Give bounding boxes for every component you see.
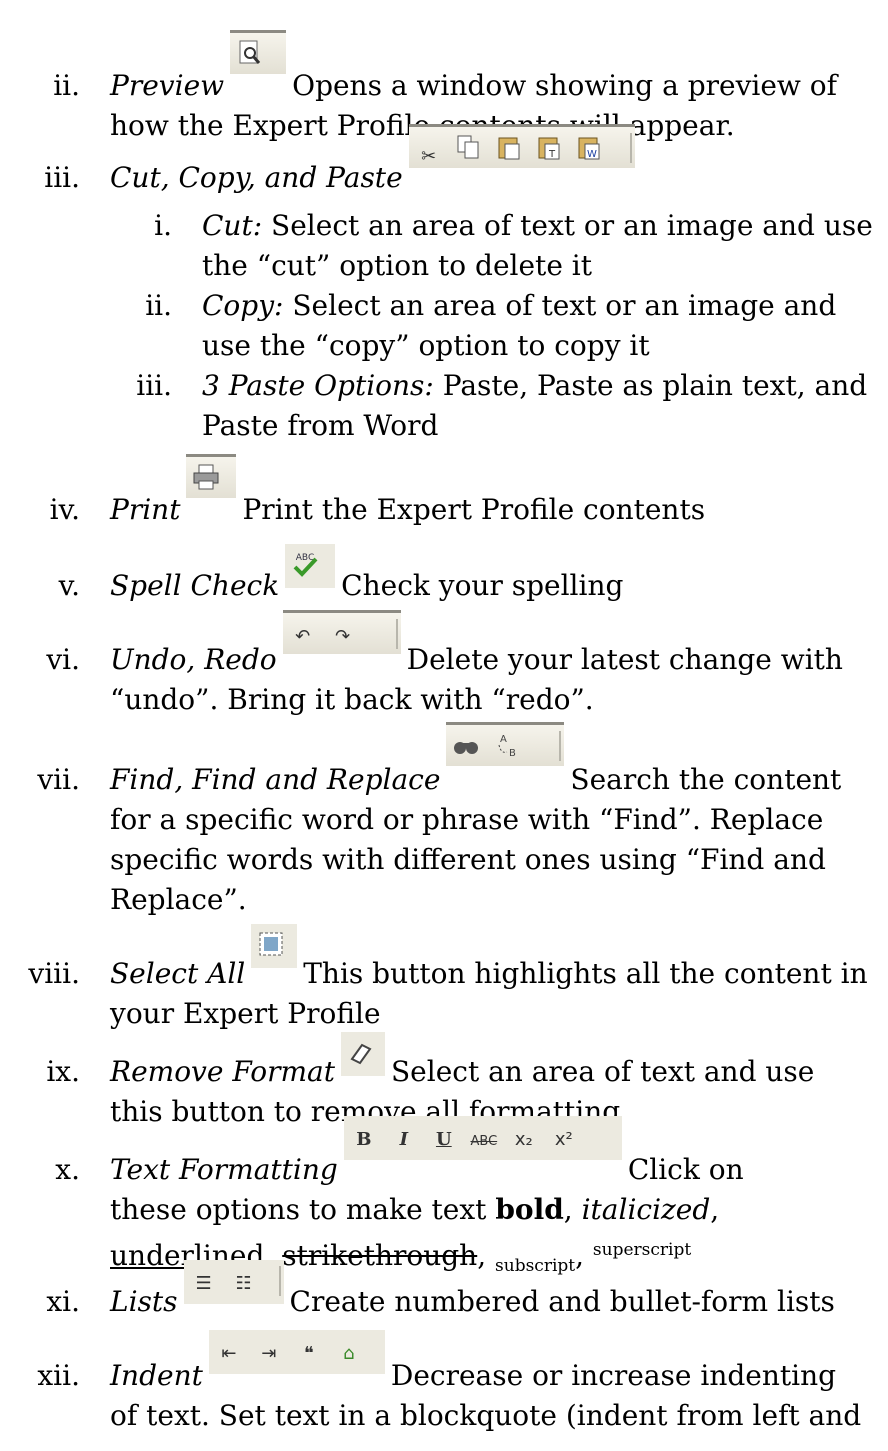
print-toolbar-image — [186, 454, 237, 498]
strikethrough-example: strikethrough — [282, 1239, 478, 1272]
spell-check-toolbar-image: ABC — [285, 544, 336, 588]
copy-icon — [453, 132, 485, 162]
item-number: vii. — [37, 763, 80, 796]
find-toolbar-image: AB — [446, 722, 565, 766]
preview-icon — [234, 38, 266, 68]
list-toolbar-image: ☰ ☷ — [183, 1260, 284, 1304]
indent-toolbar-image: ⇤ ⇥ ❝ ⌂ — [208, 1330, 385, 1374]
superscript-example: superscript — [592, 1240, 692, 1260]
italic-icon: I — [399, 1129, 409, 1150]
svg-text:T: T — [548, 149, 556, 160]
subitem-number: iii. — [136, 369, 172, 402]
item-term: Find, Find and Replace — [110, 763, 441, 796]
underline-icon: U — [435, 1129, 452, 1150]
subitem-number: ii. — [145, 289, 172, 322]
print-icon — [190, 462, 222, 492]
numbered-list-icon: ☰ — [195, 1273, 212, 1294]
remove-format-toolbar-image — [340, 1032, 385, 1076]
find-icon — [450, 730, 482, 760]
item-term: Print — [110, 493, 181, 526]
cut-icon: ✂ — [421, 146, 437, 167]
undo-redo-toolbar-image: ↶ ↷ — [282, 610, 401, 654]
item-term: Undo, Redo — [110, 643, 277, 676]
item-number: ix. — [46, 1055, 80, 1088]
spell-check-icon: ABC — [289, 549, 321, 579]
bold-example: bold — [495, 1193, 564, 1226]
svg-text:A: A — [500, 734, 507, 745]
formatting-toolbar-image: B I U ABC x₂ x² — [343, 1116, 622, 1160]
blockquote-icon: ❝ — [304, 1343, 314, 1364]
subitem-number: i. — [154, 209, 172, 242]
indent-icon: ⇥ — [261, 1343, 277, 1364]
svg-text:W: W — [587, 149, 597, 160]
outdent-icon: ⇤ — [221, 1343, 237, 1364]
item-number: viii. — [28, 957, 80, 990]
superscript-icon: x² — [554, 1129, 573, 1150]
bullet-list-icon: ☷ — [235, 1273, 252, 1294]
replace-icon: AB — [490, 730, 522, 760]
subscript-example: subscript — [495, 1256, 576, 1276]
subitem-term: 3 Paste Options: — [202, 369, 434, 402]
item-number: x. — [55, 1153, 80, 1186]
bold-icon: B — [356, 1129, 372, 1150]
item-description: Opens a window showing a preview of — [292, 69, 838, 102]
item-term: Remove Format — [110, 1055, 335, 1088]
paste-icon — [493, 132, 525, 162]
preview-toolbar-image — [230, 30, 287, 74]
undo-icon: ↶ — [295, 626, 311, 647]
subitem-term: Copy: — [202, 289, 284, 322]
strikethrough-icon: ABC — [470, 1134, 498, 1149]
paste-text-icon: T — [533, 132, 565, 162]
select-all-toolbar-image — [251, 924, 298, 968]
item-number: iv. — [49, 493, 80, 526]
subscript-icon: x₂ — [514, 1129, 533, 1150]
svg-text:B: B — [509, 748, 516, 759]
div-icon: ⌂ — [343, 1343, 355, 1364]
item-number: v. — [58, 569, 80, 602]
item-term: Preview — [110, 69, 225, 102]
remove-format-icon — [345, 1037, 377, 1067]
italic-example: italicized — [581, 1193, 711, 1226]
redo-icon: ↷ — [335, 626, 351, 647]
item-number: iii. — [44, 161, 80, 194]
item-term: Cut, Copy, and Paste — [110, 161, 403, 194]
item-number: xii. — [37, 1359, 80, 1392]
item-term: Text Formatting — [110, 1153, 338, 1186]
paste-word-icon: W — [573, 132, 605, 162]
item-number: xi. — [46, 1285, 80, 1318]
item-term: Spell Check — [110, 569, 280, 602]
item-number: ii. — [53, 69, 80, 102]
select-all-icon — [255, 929, 287, 959]
subitem-term: Cut: — [202, 209, 263, 242]
item-number: vi. — [46, 643, 80, 676]
document-page: ii. Preview Opens a window showing a prev… — [0, 0, 888, 1451]
item-term: Lists — [110, 1285, 178, 1318]
item-term: Indent — [110, 1359, 203, 1392]
clipboard-toolbar-image: ✂ T W — [408, 124, 635, 168]
item-term: Select All — [110, 957, 246, 990]
